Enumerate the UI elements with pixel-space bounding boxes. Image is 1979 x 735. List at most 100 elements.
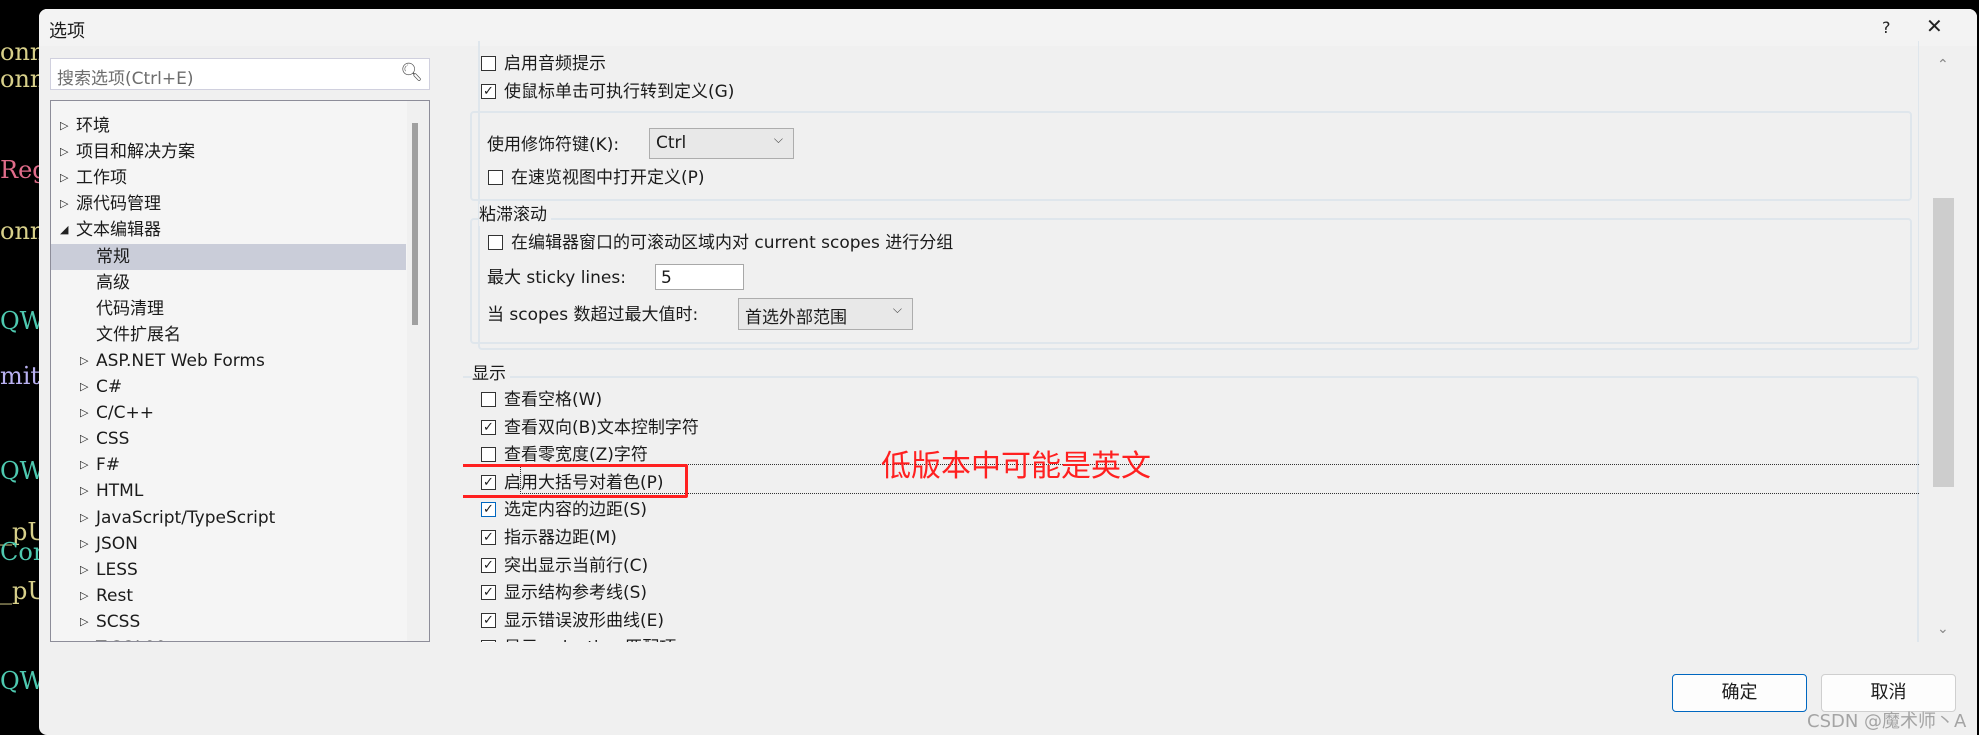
tree-item-label: 文本编辑器 xyxy=(76,220,161,241)
tree-item[interactable]: ▷ F# xyxy=(51,452,406,478)
tree-item[interactable]: ▷ 源代码管理 xyxy=(51,191,406,217)
tree-item-label: JavaScript/TypeScript xyxy=(96,507,276,528)
expand-arrow-icon[interactable]: ▷ xyxy=(80,505,88,531)
chevron-down-icon: ⌵ xyxy=(892,302,902,316)
expand-arrow-icon[interactable]: ▷ xyxy=(80,609,88,635)
watermark: CSDN @魔术师丶A xyxy=(1807,711,1967,732)
focus-rectangle xyxy=(520,464,1919,494)
tree-scrollbar[interactable] xyxy=(407,101,429,641)
display-option-checkbox[interactable]: ✓ xyxy=(481,612,496,628)
settings-panel: 启用音频提示 ✓ 使鼠标单击可执行转到定义(G) 使用修饰符键(K): Ctrl… xyxy=(463,41,1919,642)
tree-item[interactable]: ▷ 工作项 xyxy=(51,165,406,191)
tree-item[interactable]: ▷ C# xyxy=(51,374,406,400)
display-title: 显示 xyxy=(472,363,510,385)
display-option-checkbox[interactable]: ✓ xyxy=(481,502,496,518)
settings-scrollbar[interactable]: ⌃ ⌄ xyxy=(1933,41,1954,642)
expand-arrow-icon[interactable]: ▷ xyxy=(80,478,88,504)
audio-cues-checkbox[interactable] xyxy=(481,56,496,71)
modifier-key-value: Ctrl xyxy=(656,133,687,153)
ctrl-click-checkbox[interactable]: ✓ xyxy=(481,84,496,99)
tree-item-label: 常规 xyxy=(96,246,130,267)
tree-item[interactable]: ◢ 文本编辑器 xyxy=(51,217,406,243)
search-icon[interactable]: 🔍︎ xyxy=(400,62,423,83)
code-fragment: mit xyxy=(0,362,41,390)
expand-arrow-icon[interactable]: ▷ xyxy=(60,139,68,165)
expand-arrow-icon[interactable]: ▷ xyxy=(80,400,88,426)
max-sticky-lines-input[interactable]: 5 xyxy=(655,264,744,290)
annotation-text: 低版本中可能是英文 xyxy=(881,449,1151,484)
expand-arrow-icon[interactable]: ▷ xyxy=(80,557,88,583)
modifier-key-dropdown[interactable]: Ctrl ⌵ xyxy=(649,128,794,159)
display-option-label: 指示器边距(M) xyxy=(504,528,617,548)
tree-item[interactable]: ▷ 环境 xyxy=(51,113,406,139)
tree-item[interactable]: 高级 xyxy=(51,270,406,296)
tree-item[interactable]: ▷ C/C++ xyxy=(51,400,406,426)
group-scopes-checkbox[interactable] xyxy=(488,235,503,250)
tree-item-label: HTML xyxy=(96,481,144,502)
display-option-checkbox[interactable]: ✓ xyxy=(481,530,496,545)
tree-item[interactable]: 常规 xyxy=(51,243,406,270)
expand-arrow-icon[interactable]: ▷ xyxy=(80,452,88,478)
display-option-checkbox[interactable]: ✓ xyxy=(481,585,496,601)
tree-item[interactable]: ▷ T-SQL90 xyxy=(51,635,406,641)
display-option-checkbox[interactable] xyxy=(481,392,496,407)
expand-arrow-icon[interactable]: ▷ xyxy=(80,531,88,557)
search-placeholder: 搜索选项(Ctrl+E) xyxy=(57,69,194,89)
tree-item-label: ASP.NET Web Forms xyxy=(96,350,265,371)
display-option-checkbox[interactable]: ✓ xyxy=(481,419,496,435)
tree-item[interactable]: ▷ JSON xyxy=(51,531,406,557)
expand-arrow-icon[interactable]: ▷ xyxy=(80,426,88,452)
options-tree: ▷ 环境 ▷ 项目和解决方案 ▷ 工作项 ▷ 源代码管理 ◢ 文本编辑器 常规 高级 代码清理 文件扩展名… xyxy=(50,100,430,642)
tree-item[interactable]: ▷ LESS xyxy=(51,557,406,583)
ok-button[interactable]: 确定 xyxy=(1672,674,1807,712)
tree-item-label: 文件扩展名 xyxy=(96,324,181,345)
tree-item-label: 高级 xyxy=(96,272,130,293)
expand-arrow-icon[interactable]: ▷ xyxy=(80,635,88,641)
display-option-checkbox[interactable]: ✓ xyxy=(481,557,496,573)
settings-scrollbar-thumb[interactable] xyxy=(1933,198,1954,487)
tree-item-label: C/C++ xyxy=(96,403,154,424)
help-button[interactable]: ? xyxy=(1882,18,1891,37)
tree-item-label: 工作项 xyxy=(76,168,127,189)
display-option-label: 查看双向(B)文本控制字符 xyxy=(504,417,699,438)
tree-item-label: 源代码管理 xyxy=(76,194,161,215)
open-in-peek-checkbox[interactable] xyxy=(488,170,503,185)
scroll-up-icon[interactable]: ⌃ xyxy=(1937,57,1949,73)
collapse-arrow-icon[interactable]: ◢ xyxy=(60,217,68,243)
expand-arrow-icon[interactable]: ▷ xyxy=(60,165,68,191)
display-option-checkbox[interactable] xyxy=(481,447,496,463)
search-input[interactable]: 搜索选项(Ctrl+E) 🔍︎ xyxy=(50,58,430,90)
tree-item-label: F# xyxy=(96,455,121,476)
tree-item-label: JSON xyxy=(96,533,138,554)
tree-scrollbar-thumb[interactable] xyxy=(412,123,418,325)
tree-item[interactable]: ▷ JavaScript/TypeScript xyxy=(51,505,406,531)
tree-item[interactable]: ▷ 项目和解决方案 xyxy=(51,139,406,165)
expand-arrow-icon[interactable]: ▷ xyxy=(80,583,88,609)
options-dialog: 选项 ? ✕ 搜索选项(Ctrl+E) 🔍︎ ▷ 环境 ▷ 项目和解决方案 ▷ 工作项 ▷ 源… xyxy=(39,9,1977,735)
display-option-label: 突出显示当前行(C) xyxy=(504,555,649,576)
tree-item[interactable]: ▷ SCSS xyxy=(51,609,406,635)
tree-item[interactable]: ▷ ASP.NET Web Forms xyxy=(51,348,406,374)
scroll-down-icon[interactable]: ⌄ xyxy=(1937,621,1949,637)
ctrl-click-label: 使鼠标单击可执行转到定义(G) xyxy=(504,81,739,103)
tree-item[interactable]: ▷ CSS xyxy=(51,426,406,452)
display-option-checkbox[interactable]: ✓ xyxy=(481,640,496,642)
expand-arrow-icon[interactable]: ▷ xyxy=(60,191,68,217)
expand-arrow-icon[interactable]: ▷ xyxy=(60,113,68,139)
close-button[interactable]: ✕ xyxy=(1926,14,1943,38)
expand-arrow-icon[interactable]: ▷ xyxy=(80,374,88,400)
display-option-label: 显示 selection 匹配项 xyxy=(504,637,676,642)
exceed-scopes-value: 首选外部范围 xyxy=(745,308,847,328)
tree-item[interactable]: ▷ Rest xyxy=(51,583,406,609)
display-option-label: 查看空格(W) xyxy=(504,390,603,410)
group-scopes-label: 在编辑器窗口的可滚动区域内对 current scopes 进行分组 xyxy=(511,233,954,253)
tree-item[interactable]: 代码清理 xyxy=(51,296,406,322)
tree-item[interactable]: ▷ HTML xyxy=(51,478,406,504)
exceed-scopes-dropdown[interactable]: 首选外部范围 ⌵ xyxy=(738,298,913,330)
tree-item-label: 代码清理 xyxy=(96,298,164,319)
expand-arrow-icon[interactable]: ▷ xyxy=(80,348,88,374)
sticky-scroll-title: 粘滞滚动 xyxy=(479,204,551,226)
tree-item[interactable]: 文件扩展名 xyxy=(51,322,406,348)
code-fragment: Cor xyxy=(0,538,45,566)
tree-item-label: 环境 xyxy=(76,116,110,136)
